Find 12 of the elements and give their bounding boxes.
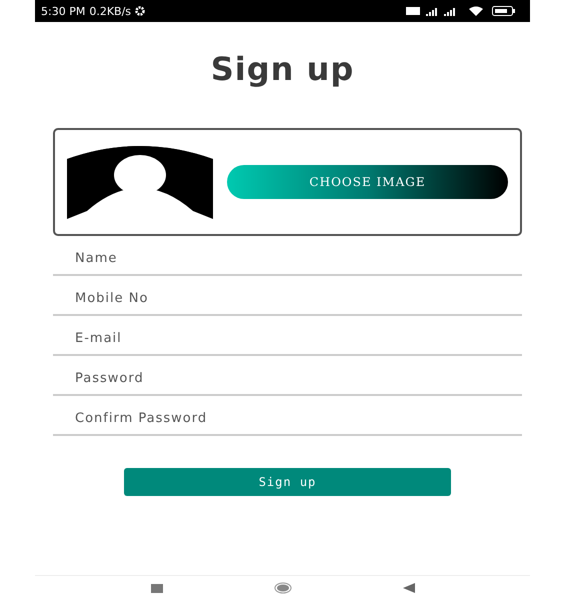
page-title: Sign up: [210, 50, 356, 88]
sign-up-button[interactable]: Sign up: [124, 468, 451, 496]
wifi-icon: [468, 6, 484, 16]
choose-image-button[interactable]: CHOOSE IMAGE: [227, 165, 508, 199]
back-icon[interactable]: [402, 583, 414, 593]
gear-icon: [135, 6, 146, 16]
avatar-icon: [67, 145, 213, 219]
recents-icon[interactable]: [150, 584, 162, 592]
clock: 5:30 PM: [41, 4, 86, 18]
home-icon[interactable]: [274, 582, 292, 594]
battery-icon: [492, 6, 516, 16]
network-speed: 0.2KB/s: [89, 4, 132, 18]
